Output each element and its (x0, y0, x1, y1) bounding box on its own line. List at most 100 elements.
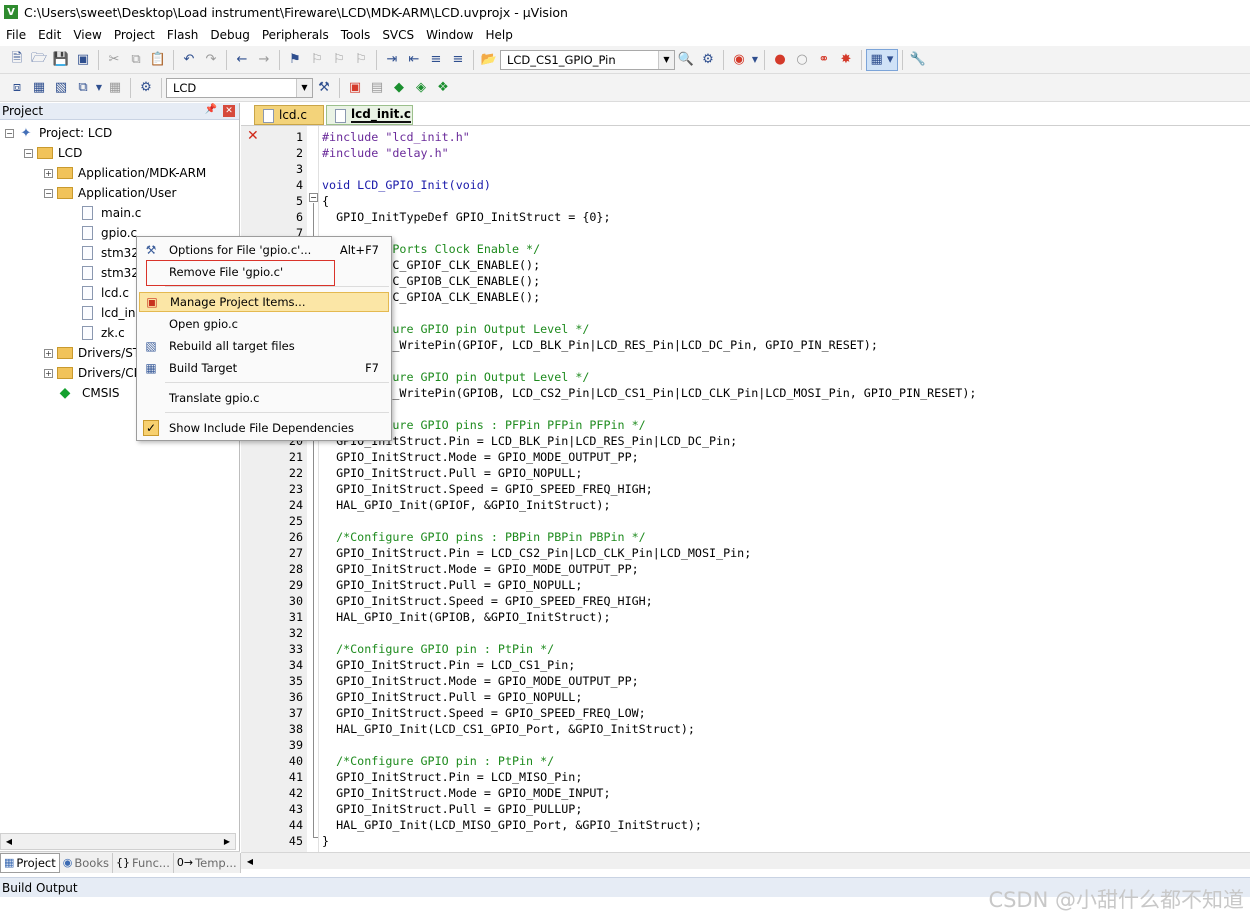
chevron-down-icon[interactable]: ▼ (296, 78, 312, 97)
menu-item-manage-project-items[interactable]: ▣ Manage Project Items... (139, 292, 389, 312)
code-line[interactable]: 35 GPIO_InitStruct.Mode = GPIO_MODE_OUTP… (241, 673, 1250, 689)
rebuild-icon[interactable]: ▧ (50, 77, 72, 99)
scroll-left-icon[interactable]: ◀ (1, 834, 17, 849)
code-editor[interactable]: ✕ − 1 #include "lcd_init.h" 2 #include "del… (241, 125, 1250, 852)
kill-all-breakpoints-icon[interactable]: ✸ (835, 49, 857, 71)
code-line[interactable]: 17 HAL_GPIO_WritePin(GPIOB, LCD_CS2_Pin|… (241, 385, 1250, 401)
tree-item-file[interactable]: zk.c (82, 323, 125, 343)
scroll-left-icon[interactable]: ◀ (243, 854, 257, 868)
download-icon[interactable]: ⚙ (135, 77, 157, 99)
uncomment-icon[interactable]: ≡ (447, 49, 469, 71)
expand-icon[interactable]: + (44, 168, 53, 178)
tree-item-file-selected[interactable]: gpio.c (82, 223, 137, 243)
menu-tools[interactable]: Tools (335, 28, 377, 42)
chevron-down-icon[interactable]: ▼ (94, 77, 104, 99)
expand-icon[interactable]: + (44, 368, 53, 378)
code-line[interactable]: 3 (241, 161, 1250, 177)
breakpoint-icon[interactable]: ● (769, 49, 791, 71)
clear-bookmarks-icon[interactable]: ⚐ (350, 49, 372, 71)
save-all-icon[interactable]: ▣ (72, 49, 94, 71)
file-extensions-icon[interactable]: ▤ (366, 77, 388, 99)
pack-installer-icon[interactable]: ◆ (388, 77, 410, 99)
open-folder-icon[interactable]: 🗁 (28, 49, 50, 71)
code-line[interactable]: 18 (241, 401, 1250, 417)
code-line[interactable]: 39 (241, 737, 1250, 753)
collapse-icon[interactable]: − (24, 148, 33, 158)
code-line[interactable]: 27 GPIO_InitStruct.Pin = LCD_CS2_Pin|LCD… (241, 545, 1250, 561)
code-line[interactable]: 37 GPIO_InitStruct.Speed = GPIO_SPEED_FR… (241, 705, 1250, 721)
code-line[interactable]: 1 #include "lcd_init.h" (241, 129, 1250, 145)
code-line[interactable]: 5{ (241, 193, 1250, 209)
tree-item-file[interactable]: stm32f (82, 263, 143, 283)
tab-templates[interactable]: 0→ Temp... (174, 852, 241, 873)
tree-item-group[interactable]: + Drivers/ST (44, 343, 140, 363)
navigate-forward-icon[interactable]: → (253, 49, 275, 71)
code-line[interactable]: 40 /*Configure GPIO pin : PtPin */ (241, 753, 1250, 769)
code-line[interactable]: 22 GPIO_InitStruct.Pull = GPIO_NOPULL; (241, 465, 1250, 481)
prev-bookmark-icon[interactable]: ⚐ (306, 49, 328, 71)
code-line[interactable]: 29 GPIO_InitStruct.Pull = GPIO_NOPULL; (241, 577, 1250, 593)
editor-tab-lcd-init-c[interactable]: lcd_init.c (326, 105, 413, 125)
copy-icon[interactable]: ⧉ (125, 49, 147, 71)
expand-icon[interactable]: + (44, 348, 53, 358)
menu-item-build-target[interactable]: ▦ Build Target F7 (139, 358, 389, 378)
configure-icon[interactable]: 🔧 (907, 49, 929, 71)
pin-icon[interactable]: 📌 (205, 104, 217, 115)
code-line[interactable]: 9 __HAL_RCC_GPIOF_CLK_ENABLE(); (241, 257, 1250, 273)
menu-window[interactable]: Window (420, 28, 479, 42)
indent-icon[interactable]: ⇥ (381, 49, 403, 71)
menu-item-rebuild-all[interactable]: ▧ Rebuild all target files (139, 336, 389, 356)
close-icon[interactable]: ✕ (223, 105, 235, 117)
code-line[interactable]: 4 void LCD_GPIO_Init(void) (241, 177, 1250, 193)
code-line[interactable]: 23 GPIO_InitStruct.Speed = GPIO_SPEED_FR… (241, 481, 1250, 497)
navigate-back-icon[interactable]: ← (231, 49, 253, 71)
menu-edit[interactable]: Edit (32, 28, 67, 42)
tree-item-file[interactable]: stm32f (82, 243, 143, 263)
code-line[interactable]: 16 /*Configure GPIO pin Output Level */ (241, 369, 1250, 385)
tab-functions[interactable]: {} Func... (113, 852, 174, 873)
code-line[interactable]: 43 GPIO_InitStruct.Pull = GPIO_PULLUP; (241, 801, 1250, 817)
menu-view[interactable]: View (67, 28, 107, 42)
incremental-find-icon[interactable]: ⚙ (697, 49, 719, 71)
cut-icon[interactable]: ✂ (103, 49, 125, 71)
code-line[interactable]: 8 /* GPIO Ports Clock Enable */ (241, 241, 1250, 257)
code-line[interactable]: 11 __HAL_RCC_GPIOA_CLK_ENABLE(); (241, 289, 1250, 305)
disable-breakpoint-icon[interactable]: ○ (791, 49, 813, 71)
tree-item-group[interactable]: + Drivers/CM (44, 363, 144, 383)
tree-item-target-lcd[interactable]: − LCD (24, 143, 82, 163)
menu-debug[interactable]: Debug (204, 28, 255, 42)
manage-run-time-env-icon[interactable]: ❖ (432, 77, 454, 99)
menu-flash[interactable]: Flash (161, 28, 204, 42)
code-line[interactable]: 13 /*Configure GPIO pin Output Level */ (241, 321, 1250, 337)
code-line[interactable]: 6 GPIO_InitTypeDef GPIO_InitStruct = {0}… (241, 209, 1250, 225)
code-line[interactable]: 15 (241, 353, 1250, 369)
unindent-icon[interactable]: ⇤ (403, 49, 425, 71)
stop-build-icon[interactable]: ▦ (104, 77, 126, 99)
tree-item-group[interactable]: + Application/MDK-ARM (44, 163, 206, 183)
code-line[interactable]: 42 GPIO_InitStruct.Mode = GPIO_MODE_INPU… (241, 785, 1250, 801)
next-bookmark-icon[interactable]: ⚐ (328, 49, 350, 71)
manage-project-items-icon[interactable]: ▣ (344, 77, 366, 99)
menu-peripherals[interactable]: Peripherals (256, 28, 335, 42)
scroll-right-icon[interactable]: ▶ (219, 834, 235, 849)
menu-help[interactable]: Help (479, 28, 518, 42)
code-line[interactable]: 38 HAL_GPIO_Init(LCD_CS1_GPIO_Port, &GPI… (241, 721, 1250, 737)
save-icon[interactable]: 💾 (50, 49, 72, 71)
comment-icon[interactable]: ≡ (425, 49, 447, 71)
code-line[interactable]: 2 #include "delay.h" (241, 145, 1250, 161)
tab-project[interactable]: ▦ Project (0, 852, 60, 873)
code-line[interactable]: 33 /*Configure GPIO pin : PtPin */ (241, 641, 1250, 657)
code-line[interactable]: 19 /*Configure GPIO pins : PFPin PFPin P… (241, 417, 1250, 433)
tree-item-project[interactable]: − ✦ Project: LCD (5, 123, 112, 143)
code-line[interactable]: 31 HAL_GPIO_Init(GPIOB, &GPIO_InitStruct… (241, 609, 1250, 625)
translate-icon[interactable]: ⧈ (6, 77, 28, 99)
tree-item-cmsis[interactable]: ◆ CMSIS (58, 383, 120, 403)
tab-books[interactable]: ◉ Books (60, 852, 113, 873)
code-line[interactable]: 14 HAL_GPIO_WritePin(GPIOF, LCD_BLK_Pin|… (241, 337, 1250, 353)
code-line[interactable]: 7 (241, 225, 1250, 241)
chevron-down-icon[interactable]: ▼ (750, 49, 760, 71)
find-icon[interactable]: 🔍 (675, 49, 697, 71)
build-icon[interactable]: ▦ (28, 77, 50, 99)
code-line[interactable]: 44 HAL_GPIO_Init(LCD_MISO_GPIO_Port, &GP… (241, 817, 1250, 833)
batch-build-icon[interactable]: ⧉ (72, 77, 94, 99)
